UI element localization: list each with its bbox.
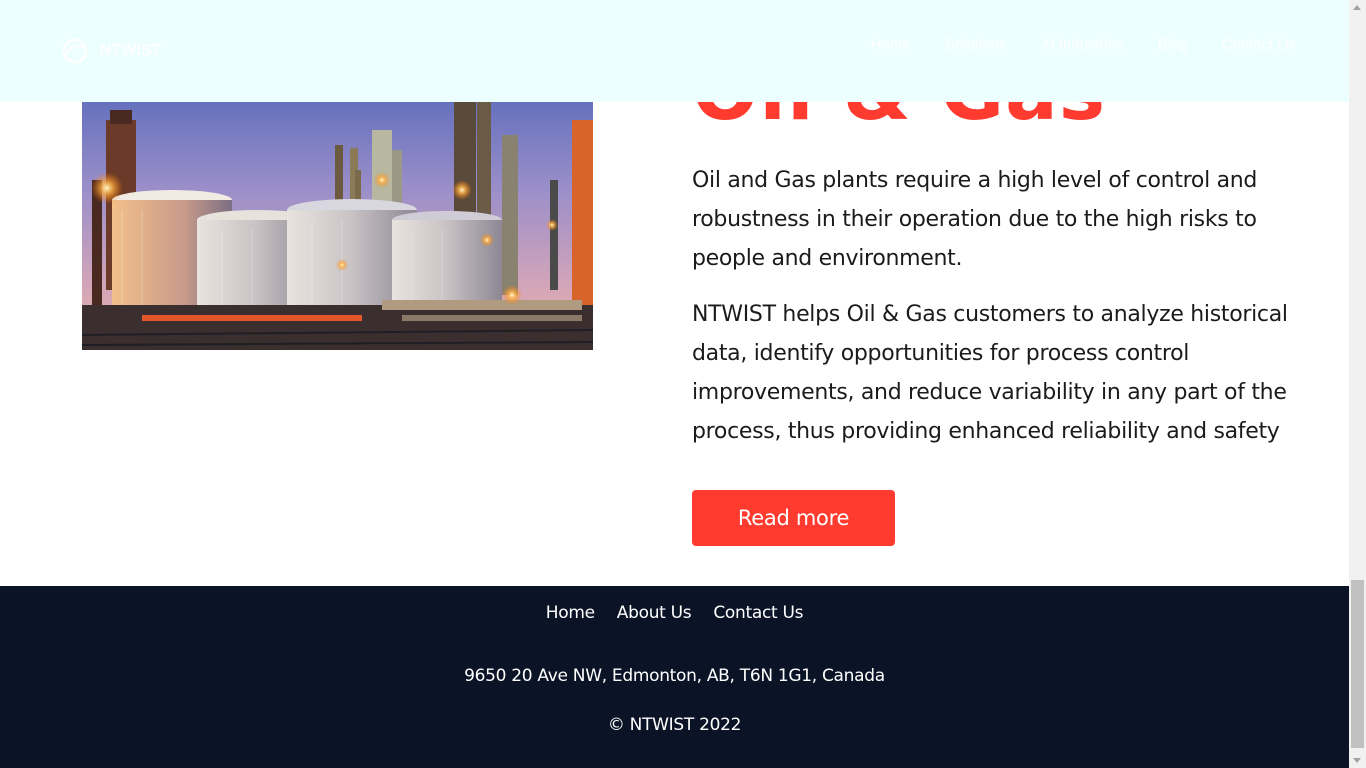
footer-address: 9650 20 Ave NW, Edmonton, AB, T6N 1G1, C… xyxy=(464,666,885,686)
scroll-down-icon[interactable] xyxy=(1353,758,1361,763)
page: Oil & Gas xyxy=(0,0,1349,768)
scrollbar-thumb[interactable] xyxy=(1351,580,1364,748)
oil-refinery-image xyxy=(82,60,593,350)
footer-link-contact-us[interactable]: Contact Us xyxy=(713,603,803,623)
logo-text: NTWIST xyxy=(100,42,162,59)
read-more-button[interactable]: Read more xyxy=(692,490,895,546)
logo[interactable]: NTWIST xyxy=(62,38,161,64)
section-copy: Oil and Gas plants require a high level … xyxy=(692,161,1332,468)
section-paragraph-2: NTWIST helps Oil & Gas customers to anal… xyxy=(692,302,1288,444)
logo-mark-icon xyxy=(62,38,88,64)
footer-link-home[interactable]: Home xyxy=(546,603,595,623)
section-paragraph-1: Oil and Gas plants require a high level … xyxy=(692,168,1258,271)
footer-links: Home About Us Contact Us xyxy=(0,603,1349,623)
site-footer: Home About Us Contact Us 9650 20 Ave NW,… xyxy=(0,586,1349,768)
main-nav: Home Solutions AI Industries Blog Contac… xyxy=(854,36,1313,53)
scroll-up-icon[interactable] xyxy=(1353,5,1361,10)
nav-solutions[interactable]: Solutions xyxy=(928,36,1024,53)
nav-home[interactable]: Home xyxy=(854,36,928,53)
nav-blog[interactable]: Blog xyxy=(1141,36,1205,53)
nav-contact-us[interactable]: Contact Us xyxy=(1205,36,1313,53)
site-header: NTWIST Home Solutions AI Industries Blog… xyxy=(0,0,1349,102)
footer-copyright: © NTWIST 2022 xyxy=(607,715,742,735)
vertical-scrollbar[interactable] xyxy=(1349,0,1366,768)
nav-ai-industries[interactable]: AI Industries xyxy=(1023,36,1140,53)
footer-link-about-us[interactable]: About Us xyxy=(617,603,692,623)
